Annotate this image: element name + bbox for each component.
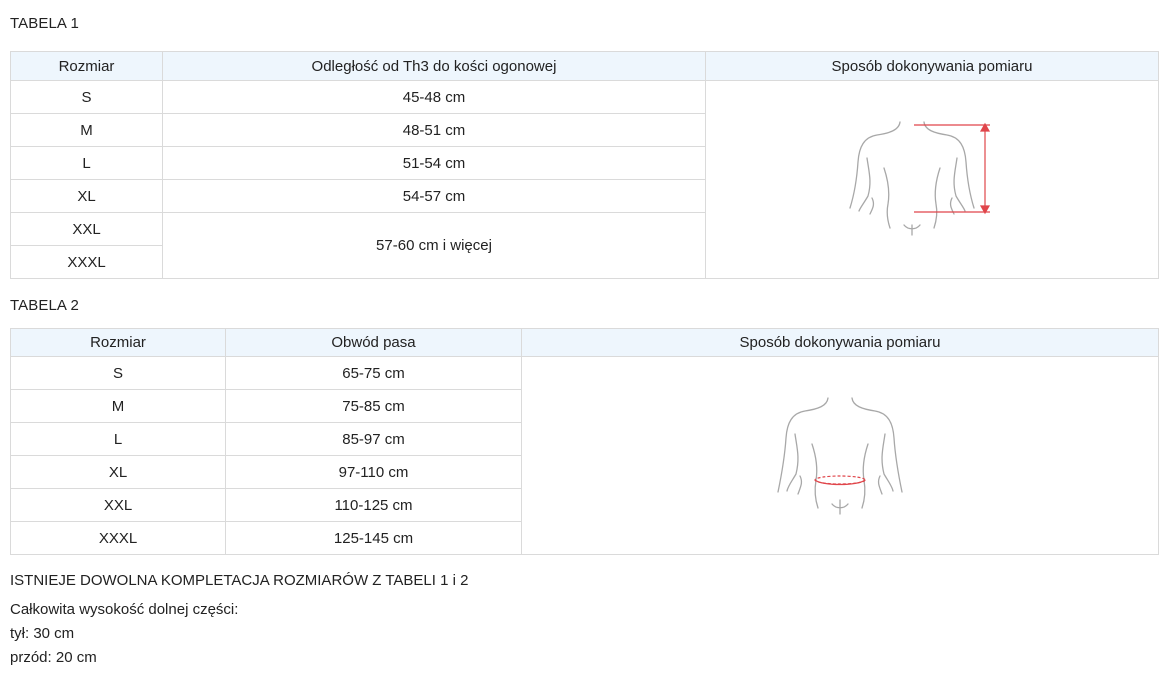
column-header-measure: Odległość od Th3 do kości ogonowej	[162, 51, 706, 81]
value-cell-merged: 57-60 cm i więcej	[162, 212, 706, 279]
value-cell: 97-110 cm	[225, 455, 522, 489]
table-header-row: Rozmiar Obwód pasa Sposób dokonywania po…	[10, 328, 1159, 357]
size-table-1: Rozmiar Odległość od Th3 do kości ogonow…	[10, 51, 1159, 279]
value-cell: 85-97 cm	[225, 422, 522, 456]
value-cell: 125-145 cm	[225, 521, 522, 555]
size-combination-note: ISTNIEJE DOWOLNA KOMPLETACJA ROZMIARÓW Z…	[10, 572, 469, 589]
value-cell: 45-48 cm	[162, 80, 706, 114]
value-cell: 75-85 cm	[225, 389, 522, 423]
size-cell: XL	[10, 455, 226, 489]
size-cell: L	[10, 422, 226, 456]
value-cell: 48-51 cm	[162, 113, 706, 147]
column-header-measure: Obwód pasa	[225, 328, 522, 357]
value-cell: 65-75 cm	[225, 356, 522, 390]
size-cell: L	[10, 146, 163, 180]
waist-circumference-figure-icon	[777, 396, 903, 515]
size-cell: XXXL	[10, 245, 163, 279]
table1-caption: TABELA 1	[10, 15, 79, 32]
column-header-method: Sposób dokonywania pomiaru	[521, 328, 1159, 357]
total-height-label: Całkowita wysokość dolnej części:	[10, 601, 239, 618]
measurement-illustration-back-length	[705, 80, 1159, 279]
table-row: S 65-75 cm	[10, 356, 1159, 555]
value-cell: 110-125 cm	[225, 488, 522, 522]
size-cell: XXL	[10, 488, 226, 522]
value-cell: 54-57 cm	[162, 179, 706, 213]
size-cell: S	[10, 356, 226, 390]
back-height-text: tył: 30 cm	[10, 625, 75, 642]
table-header-row: Rozmiar Odległość od Th3 do kości ogonow…	[10, 51, 1159, 81]
front-height-text: przód: 20 cm	[10, 649, 97, 666]
size-cell: XL	[10, 179, 163, 213]
back-length-figure-icon	[849, 120, 991, 236]
column-header-size: Rozmiar	[10, 51, 163, 81]
size-cell: M	[10, 389, 226, 423]
size-cell: M	[10, 113, 163, 147]
size-cell: S	[10, 80, 163, 114]
column-header-size: Rozmiar	[10, 328, 226, 357]
size-cell: XXL	[10, 212, 163, 246]
value-cell: 51-54 cm	[162, 146, 706, 180]
column-header-method: Sposób dokonywania pomiaru	[705, 51, 1159, 81]
table-row: S 45-48 cm	[10, 80, 1159, 279]
measurement-illustration-waist	[521, 356, 1159, 555]
size-table-2: Rozmiar Obwód pasa Sposób dokonywania po…	[10, 328, 1159, 555]
size-cell: XXXL	[10, 521, 226, 555]
table2-caption: TABELA 2	[10, 297, 79, 314]
